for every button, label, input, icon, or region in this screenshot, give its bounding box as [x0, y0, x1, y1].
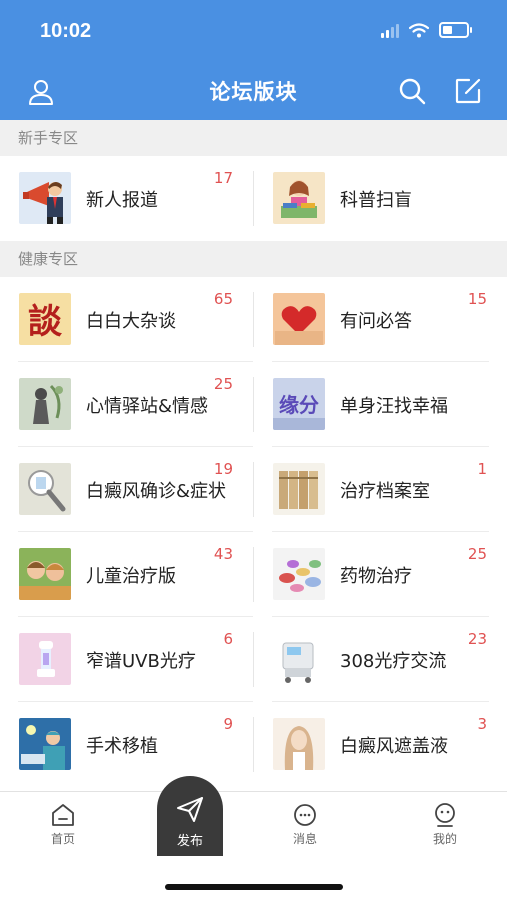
message-icon [294, 804, 316, 826]
forum-item-uvb[interactable]: 窄谱UVB光疗 6 [0, 617, 253, 702]
page-title: 论坛版块 [209, 80, 298, 104]
home-indicator [165, 884, 343, 890]
forum-name: 白癜风确诊&症状 [86, 481, 227, 502]
forum-item-children[interactable]: 儿童治疗版 43 [0, 532, 253, 617]
forum-count: 17 [213, 169, 233, 187]
forum-name: 白白大杂谈 [86, 311, 176, 332]
publish-label: 发布 [176, 834, 203, 849]
forum-name: 窄谱UVB光疗 [86, 651, 196, 672]
divider [253, 462, 254, 517]
wifi-icon [409, 22, 429, 37]
forum-item-medication[interactable]: 药物治疗 25 [254, 532, 507, 617]
forum-name: 药物治疗 [340, 566, 412, 587]
forum-name: 有问必答 [340, 311, 412, 332]
forum-count: 6 [223, 630, 233, 648]
forum-item-qa[interactable]: 有问必答 15 [254, 277, 507, 362]
forum-count: 19 [213, 460, 233, 478]
forum-name: 单身汪找幸福 [340, 396, 448, 417]
children-image [19, 548, 71, 600]
section-header-newbie: 新手专区 [0, 120, 507, 156]
forum-count: 25 [467, 545, 487, 563]
forum-item-newbie-report[interactable]: 新人报道 17 [0, 156, 253, 241]
publish-button[interactable]: 发布 [157, 776, 223, 856]
forum-name: 儿童治疗版 [86, 566, 176, 587]
tab-profile[interactable]: 我的 [405, 802, 485, 847]
sketch-figure-image [19, 378, 71, 430]
woman-portrait-image [273, 718, 325, 770]
status-icons [381, 22, 472, 38]
yuanfen-text-image: 缘分 [273, 378, 325, 430]
forum-name: 新人报道 [86, 190, 158, 211]
forum-item-archive[interactable]: 治疗档案室 1 [254, 447, 507, 532]
forum-count: 15 [467, 290, 487, 308]
forum-count: 1 [477, 460, 487, 478]
forum-name: 白癜风遮盖液 [340, 736, 448, 757]
forum-count: 3 [477, 715, 487, 733]
forum-count: 65 [213, 290, 233, 308]
tab-messages[interactable]: 消息 [265, 802, 345, 847]
section-header-health: 健康专区 [0, 241, 507, 277]
forum-name: 308光疗交流 [340, 651, 447, 672]
status-bar: 10:02 [0, 0, 507, 64]
forum-item-science[interactable]: 科普扫盲 [254, 156, 507, 241]
heart-hands-image [273, 293, 325, 345]
uvb-device-image [19, 633, 71, 685]
surgery-image [19, 718, 71, 770]
uv-lamp-image [19, 463, 71, 515]
nav-bar: 论坛版块 [0, 64, 507, 120]
archive-binders-image [273, 463, 325, 515]
forum-name: 科普扫盲 [340, 190, 412, 211]
divider [253, 632, 254, 687]
divider [253, 717, 254, 772]
forum-name: 手术移植 [86, 736, 158, 757]
divider [253, 171, 254, 226]
forum-item-diagnosis[interactable]: 白癜风确诊&症状 19 [0, 447, 253, 532]
divider [253, 377, 254, 432]
calligraphy-character-image: 談 [19, 293, 71, 345]
search-icon [399, 78, 426, 105]
profile-icon [435, 803, 455, 827]
signal-icon [381, 22, 399, 38]
forum-name: 心情驿站&情感 [86, 396, 209, 417]
send-icon [177, 797, 203, 822]
forum-item-surgery[interactable]: 手术移植 9 [0, 702, 253, 787]
forum-item-308[interactable]: 308光疗交流 23 [254, 617, 507, 702]
tab-label: 消息 [292, 832, 317, 846]
forum-item-singles[interactable]: 缘分 单身汪找幸福 [254, 362, 507, 447]
forum-count: 43 [213, 545, 233, 563]
laser-machine-image [273, 633, 325, 685]
pills-image [273, 548, 325, 600]
battery-icon [439, 22, 472, 38]
svg-text:談: 談 [28, 302, 63, 342]
forum-count: 23 [467, 630, 487, 648]
tab-label: 首页 [50, 832, 75, 846]
forum-count: 9 [223, 715, 233, 733]
status-time: 10:02 [40, 20, 92, 42]
forum-item-chat[interactable]: 談 白白大杂谈 65 [0, 277, 253, 362]
forum-count: 25 [213, 375, 233, 393]
edit-icon [455, 78, 481, 104]
divider [253, 292, 254, 347]
compose-button[interactable] [453, 76, 483, 110]
search-button[interactable] [397, 76, 427, 110]
svg-text:缘分: 缘分 [279, 393, 319, 417]
reading-girl-image [273, 172, 325, 224]
forum-item-mood[interactable]: 心情驿站&情感 25 [0, 362, 253, 447]
forum-item-concealer[interactable]: 白癜风遮盖液 3 [254, 702, 507, 787]
tab-label: 我的 [432, 832, 457, 846]
divider [253, 547, 254, 602]
home-icon [52, 804, 74, 826]
tab-home[interactable]: 首页 [23, 802, 103, 847]
megaphone-man-image [19, 172, 71, 224]
forum-name: 治疗档案室 [340, 481, 430, 502]
